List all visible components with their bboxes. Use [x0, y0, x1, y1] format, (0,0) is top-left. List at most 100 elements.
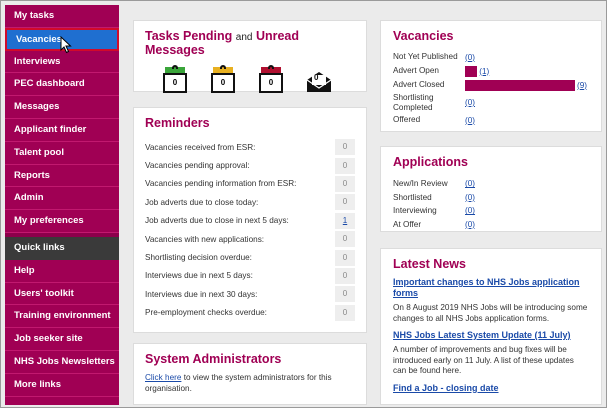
vacancy-count-link[interactable]: (0) — [465, 53, 475, 62]
list-item: Pre-employment checks overdue: 0 — [145, 304, 355, 322]
reminder-label: Vacancies pending information from ESR: — [145, 179, 297, 189]
sidebar-item-pec-dashboard[interactable]: PEC dashboard — [5, 73, 119, 97]
quick-link-job-seeker-site[interactable]: Job seeker site — [5, 328, 119, 351]
application-label: Shortlisted — [393, 192, 432, 202]
quick-links-header: Quick links — [5, 236, 119, 260]
list-item: Shortlisting Completed (0) — [393, 93, 589, 112]
sysadmin-title: System Administrators — [145, 352, 282, 366]
reminder-label: Interviews due in next 30 days: — [145, 289, 258, 299]
quick-link-nhs-jobs-newsletters[interactable]: NHS Jobs Newsletters — [5, 351, 119, 374]
application-count-link[interactable]: (0) — [465, 206, 475, 215]
reminder-value: 0 — [335, 175, 355, 192]
message-count: 0 — [314, 73, 319, 82]
reminder-label: Job adverts due to close in next 5 days: — [145, 216, 289, 226]
quick-link-more-links[interactable]: More links — [5, 374, 119, 397]
reminder-value: 0 — [335, 139, 355, 156]
task-count-red: 0 — [259, 73, 283, 93]
news-headline-link[interactable]: Important changes to NHS Jobs applicatio… — [393, 277, 589, 299]
reminder-value: 0 — [335, 231, 355, 248]
sidebar-item-applicant-finder[interactable]: Applicant finder — [5, 119, 119, 142]
sidebar-item-my-tasks[interactable]: My tasks — [5, 5, 119, 28]
reminder-label: Interviews due in next 5 days: — [145, 271, 253, 281]
vacancy-count-link[interactable]: (0) — [465, 116, 475, 125]
reminder-value: 0 — [335, 267, 355, 284]
vacancy-label: Advert Open — [393, 66, 439, 76]
reminder-value: 0 — [335, 194, 355, 211]
vacancy-count-link[interactable]: (9) — [577, 81, 587, 90]
tasks-panel: Tasks Pending and Unread Messages 0 0 0 … — [133, 20, 367, 95]
sidebar-item-admin[interactable]: Admin — [5, 187, 119, 211]
sidebar-item-messages[interactable]: Messages — [5, 96, 119, 119]
list-item: Advert Closed (9) — [393, 79, 589, 91]
clipboard-yellow-icon[interactable]: 0 — [208, 65, 238, 95]
tasks-title: Tasks Pending and Unread Messages — [145, 29, 355, 57]
applications-panel: Applications New/In Review (0) Shortliste… — [380, 146, 602, 232]
vacancy-label: Offered — [393, 115, 421, 125]
vacancies-list: Not Yet Published (0) Advert Open (1) Adve… — [393, 51, 589, 126]
reminder-value: 0 — [335, 304, 355, 321]
list-item: Interviewing (0) — [393, 204, 589, 218]
reminder-value: 0 — [335, 157, 355, 174]
list-item: New/In Review (0) — [393, 177, 589, 191]
application-count-link[interactable]: (0) — [465, 179, 475, 188]
application-label: At Offer — [393, 219, 422, 229]
news-title: Latest News — [393, 257, 466, 271]
news-headline-link[interactable]: Find a Job - closing date — [393, 383, 589, 394]
list-item: Shortlisting decision overdue: 0 — [145, 248, 355, 266]
list-item: Offered (0) — [393, 114, 589, 126]
applications-list: New/In Review (0) Shortlisted (0) Intervie… — [393, 177, 589, 231]
list-item: Advert Open (1) — [393, 65, 589, 77]
list-item: Interviews due in next 30 days: 0 — [145, 285, 355, 303]
quick-link-training-environment[interactable]: Training environment — [5, 305, 119, 329]
list-item: At Offer (0) — [393, 218, 589, 232]
reminder-label: Vacancies pending approval: — [145, 161, 250, 171]
vacancy-count-link[interactable]: (0) — [465, 98, 475, 107]
vacancy-label: Advert Closed — [393, 80, 445, 90]
system-administrators-panel: System Administrators Click here to view… — [133, 343, 367, 405]
vacancies-title: Vacancies — [393, 29, 454, 43]
task-count-yellow: 0 — [211, 73, 235, 93]
reminder-label: Pre-employment checks overdue: — [145, 308, 267, 318]
application-count-link[interactable]: (0) — [465, 193, 475, 202]
reminder-label: Vacancies with new applications: — [145, 234, 265, 244]
reminder-label: Job adverts due to close today: — [145, 197, 259, 207]
news-item: NHS Jobs Latest System Update (11 July) … — [393, 330, 589, 377]
reminders-title: Reminders — [145, 116, 210, 130]
quick-link-help[interactable]: Help — [5, 260, 119, 283]
vacancy-count-link[interactable]: (1) — [479, 67, 489, 76]
tasks-title-and: and — [235, 32, 253, 43]
application-count-link[interactable]: (0) — [465, 220, 475, 229]
vacancies-panel: Vacancies Not Yet Published (0) Advert Op… — [380, 20, 602, 132]
reminder-value-link[interactable]: 1 — [335, 212, 355, 229]
list-item: Not Yet Published (0) — [393, 51, 589, 63]
list-item: Vacancies with new applications: 0 — [145, 230, 355, 248]
reminder-value: 0 — [335, 249, 355, 266]
news-headline-link[interactable]: NHS Jobs Latest System Update (11 July) — [393, 330, 589, 341]
sidebar-item-reports[interactable]: Reports — [5, 165, 119, 188]
sidebar-item-talent-pool[interactable]: Talent pool — [5, 142, 119, 165]
sysadmin-text: Click here to view the system administra… — [145, 372, 355, 394]
reminders-panel: Reminders Vacancies received from ESR: 0 … — [133, 107, 367, 333]
reminders-list: Vacancies received from ESR: 0 Vacancies … — [145, 138, 355, 322]
envelope-icon[interactable]: 0 — [304, 65, 334, 95]
reminder-label: Vacancies received from ESR: — [145, 142, 256, 152]
news-item: Important changes to NHS Jobs applicatio… — [393, 277, 589, 324]
quick-link-users-toolkit[interactable]: Users' toolkit — [5, 283, 119, 306]
application-label: Interviewing — [393, 206, 437, 216]
list-item: Job adverts due to close in next 5 days:… — [145, 212, 355, 230]
sidebar-item-interviews[interactable]: Interviews — [5, 51, 119, 74]
sidebar-item-my-preferences[interactable]: My preferences — [5, 210, 119, 233]
task-count-green: 0 — [163, 73, 187, 93]
list-item: Vacancies received from ESR: 0 — [145, 138, 355, 156]
task-icons-row: 0 0 0 0 — [145, 65, 355, 95]
sidebar: My tasks Vacancies Interviews PEC dashbo… — [5, 5, 119, 405]
news-text: On 8 August 2019 NHS Jobs will be introd… — [393, 303, 588, 323]
mouse-cursor-icon — [60, 36, 72, 54]
latest-news-panel: Latest News Important changes to NHS Job… — [380, 248, 602, 405]
clipboard-green-icon[interactable]: 0 — [160, 65, 190, 95]
sysadmin-click-here-link[interactable]: Click here — [145, 373, 181, 382]
clipboard-red-icon[interactable]: 0 — [256, 65, 286, 95]
reminder-label: Shortlisting decision overdue: — [145, 253, 252, 263]
list-item: Vacancies pending information from ESR: 0 — [145, 175, 355, 193]
list-item: Job adverts due to close today: 0 — [145, 193, 355, 211]
